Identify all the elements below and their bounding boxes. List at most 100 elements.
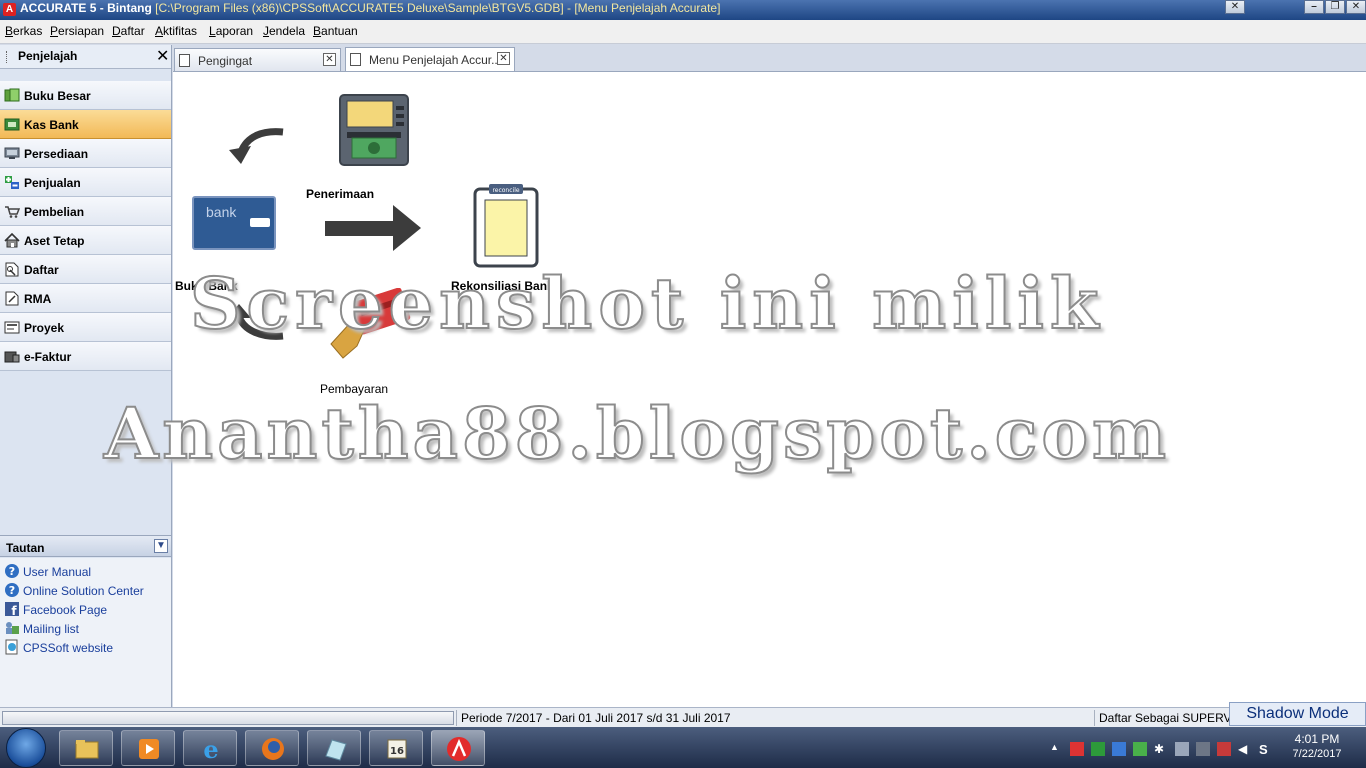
efaktur-icon [4, 351, 20, 363]
nav-item-persediaan[interactable]: Persediaan [0, 139, 171, 168]
bank-icon [4, 118, 20, 131]
nav-item-aset-tetap[interactable]: Aset Tetap [0, 226, 171, 255]
label-penerimaan: Penerimaan [306, 187, 375, 201]
buku-bank-icon[interactable]: bank [192, 196, 276, 250]
chevron-down-icon[interactable]: ▼ [154, 539, 168, 553]
nav-item-kas-bank[interactable]: Kas Bank [0, 110, 171, 139]
media-player-icon [139, 739, 159, 759]
nav-item-buku-besar[interactable]: Buku Besar [0, 81, 171, 110]
explorer-close-icon[interactable]: ✕ [156, 46, 169, 66]
volume-icon[interactable]: ◀ [1238, 742, 1252, 756]
explorer-content: Penerimaan bank Buku Bank reconcile Reko… [173, 71, 1366, 707]
menu-laporan[interactable]: Laporan [209, 24, 253, 38]
clock-time: 4:01 PM [1294, 732, 1340, 746]
explorer-panel: Penjelajah ✕ Buku Besar Kas Bank Persedi… [0, 45, 172, 707]
watermark-line-1: Screenshot ini milik [189, 261, 1105, 346]
calendar-icon: 16 [387, 739, 407, 759]
tray-network-icon[interactable] [1133, 742, 1147, 756]
folder-icon [75, 740, 99, 759]
taskbar-firefox-button[interactable] [245, 730, 299, 766]
taskbar-notes-button[interactable] [307, 730, 361, 766]
taskbar-explorer-button[interactable] [59, 730, 113, 766]
tab-close-icon[interactable]: ✕ [497, 52, 510, 65]
sales-icon [5, 176, 19, 189]
windows-start-icon[interactable] [6, 728, 46, 768]
close-app-button[interactable]: ✕ [1346, 0, 1366, 14]
document-icon [350, 53, 361, 66]
restore-button[interactable]: ❐ [1325, 0, 1345, 14]
minimize-button[interactable]: – [1304, 0, 1324, 14]
tray-flag-icon[interactable] [1070, 742, 1084, 756]
svg-text:16: 16 [390, 746, 404, 757]
menu-bar: Berkas Persiapan Daftar Aktifitas Lapora… [0, 20, 1366, 44]
shadow-mode-badge[interactable]: Shadow Mode [1229, 702, 1366, 726]
accurate-logo-icon: A [3, 3, 16, 16]
internet-explorer-icon: e [203, 736, 218, 762]
nav-item-proyek[interactable]: Proyek [0, 313, 171, 342]
nav-item-e-faktur[interactable]: e-Faktur [0, 342, 171, 371]
tray-window-icon[interactable] [1196, 742, 1210, 756]
tab-close-icon[interactable]: ✕ [323, 53, 336, 66]
taskbar-accurate-button[interactable] [431, 730, 485, 766]
tab-pengingat[interactable]: Pengingat ✕ [174, 48, 341, 71]
menu-bantuan[interactable]: Bantuan [313, 24, 358, 38]
tray-s-icon[interactable]: S [1259, 742, 1273, 757]
svg-text:?: ? [9, 565, 15, 578]
taskbar-media-button[interactable] [121, 730, 175, 766]
document-icon [179, 54, 190, 67]
grip-icon[interactable] [6, 51, 9, 63]
title-bar: A ACCURATE 5 - Bintang [C:\Program Files… [0, 0, 1366, 20]
nav-item-pembelian[interactable]: Pembelian [0, 197, 171, 226]
curved-arrow-left-icon [229, 128, 284, 164]
window-title: ACCURATE 5 - Bintang [C:\Program Files (… [20, 1, 721, 15]
menu-daftar[interactable]: Daftar [112, 24, 145, 38]
taskbar-clock[interactable]: 4:01 PM 7/22/2017 [1284, 732, 1350, 760]
ledger-icon [4, 88, 20, 102]
status-periode: Periode 7/2017 - Dari 01 Juli 2017 s/d 3… [461, 711, 731, 725]
close-window-button[interactable]: ✕ [1225, 0, 1245, 14]
firefox-icon [262, 738, 284, 760]
cart-icon [5, 206, 20, 218]
nav-item-rma[interactable]: RMA [0, 284, 171, 313]
tab-menu-penjelajah[interactable]: Menu Penjelajah Accur... ✕ [345, 47, 515, 71]
svg-text:e: e [203, 736, 218, 762]
menu-aktifitas[interactable]: Aktifitas [155, 24, 197, 38]
website-icon [5, 639, 18, 655]
help-icon: ? [5, 564, 19, 578]
tray-check-icon[interactable] [1091, 742, 1105, 756]
tab-bar: Pengingat ✕ Menu Penjelajah Accur... ✕ [173, 45, 1366, 71]
svg-text:reconcile: reconcile [492, 187, 519, 194]
project-icon [4, 321, 20, 334]
taskbar-calendar-button[interactable]: 16 [369, 730, 423, 766]
progress-bar [2, 711, 454, 725]
menu-jendela[interactable]: Jendela [263, 24, 305, 38]
house-icon [4, 233, 20, 248]
penerimaan-icon[interactable] [338, 94, 410, 166]
show-hidden-icons-icon[interactable]: ▲ [1050, 742, 1064, 756]
menu-persiapan[interactable]: Persiapan [50, 24, 104, 38]
tray-app-icon[interactable] [1112, 742, 1126, 756]
tautan-title: Tautan [6, 541, 45, 555]
watermark-line-2: Anantha88.blogspot.com [103, 391, 1171, 476]
inventory-icon [4, 147, 20, 159]
notes-icon [325, 739, 347, 761]
mailing-list-icon [6, 622, 19, 634]
facebook-icon: f [5, 602, 19, 617]
bluetooth-icon[interactable]: ✱ [1154, 742, 1168, 756]
clock-date: 7/22/2017 [1292, 748, 1342, 760]
tautan-links: ? User Manual ? Online Solution Center f… [0, 558, 171, 707]
arrow-right-icon [325, 205, 421, 251]
nav-item-penjualan[interactable]: Penjualan [0, 168, 171, 197]
nav-item-daftar[interactable]: Daftar [0, 255, 171, 284]
list-icon [5, 262, 19, 277]
rma-icon [5, 291, 19, 306]
menu-berkas[interactable]: Berkas [5, 24, 42, 38]
explorer-title: Penjelajah [18, 49, 78, 63]
svg-text:f: f [11, 604, 17, 617]
status-bar: Periode 7/2017 - Dari 01 Juli 2017 s/d 3… [0, 707, 1366, 727]
taskbar-ie-button[interactable]: e [183, 730, 237, 766]
rekonsiliasi-bank-icon[interactable]: reconcile [471, 182, 541, 268]
tray-monitor-icon[interactable] [1175, 742, 1189, 756]
signal-icon[interactable] [1217, 742, 1231, 756]
svg-text:?: ? [9, 584, 15, 597]
